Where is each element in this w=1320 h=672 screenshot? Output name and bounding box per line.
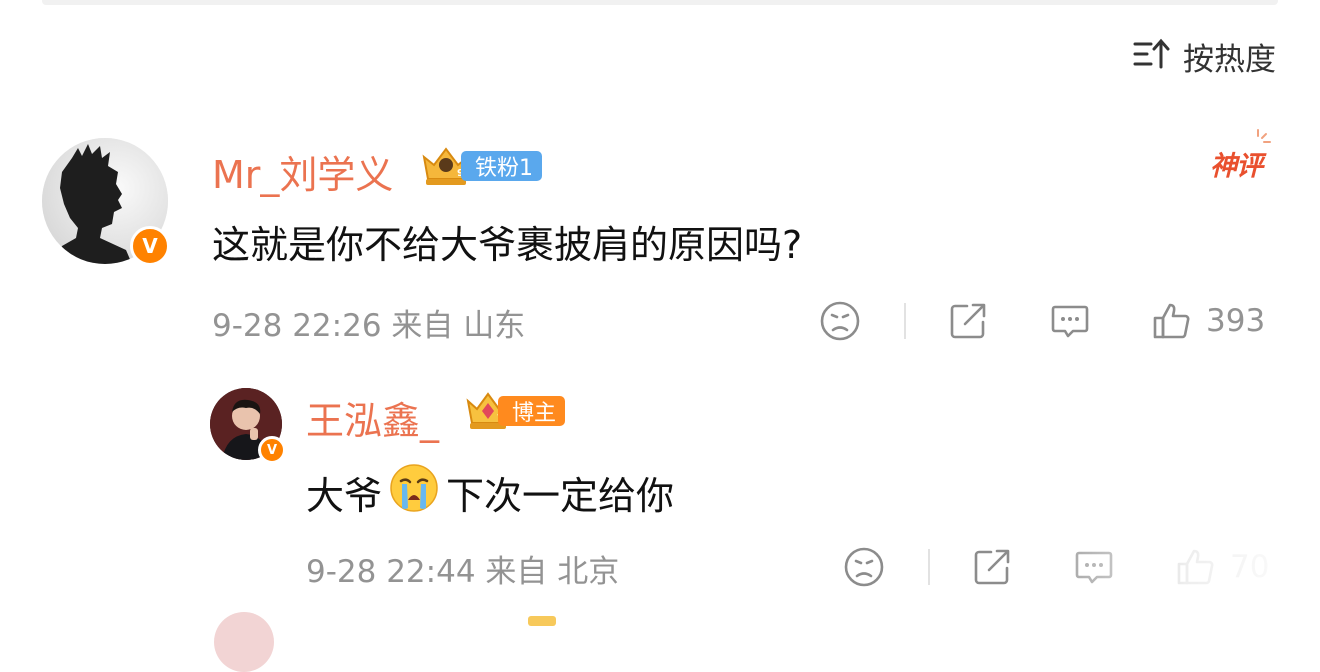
- like-thumb-icon[interactable]: [1150, 300, 1194, 342]
- fan-level-badge: 铁粉1: [461, 151, 542, 181]
- previous-card-edge: [42, 0, 1278, 5]
- like-count: 393: [1206, 303, 1266, 339]
- comment-meta: 9-28 22:26 来自 山东: [212, 308, 526, 344]
- reply-verified-badge-icon: V: [258, 436, 286, 464]
- reply-like-count: 70: [1230, 549, 1270, 585]
- reply-text-after: 下次一定给你: [446, 474, 675, 518]
- divider: [904, 303, 906, 339]
- comment-text: 这就是你不给大爷裹披肩的原因吗?: [212, 223, 803, 267]
- commenter-username[interactable]: Mr_刘学义: [212, 144, 393, 199]
- reply-text: 大爷 下次一定给你: [306, 462, 674, 523]
- top-comment-tag: 神评: [1210, 151, 1263, 182]
- next-comment-avatar: [214, 612, 274, 672]
- verified-badge-icon: V: [130, 226, 170, 266]
- sort-by-hot-button[interactable]: 按热度: [1133, 36, 1276, 78]
- sort-label: 按热度: [1183, 41, 1276, 78]
- reply-dislike-face-icon[interactable]: [842, 546, 886, 588]
- reply-like-thumb-icon[interactable]: [1174, 546, 1218, 588]
- dislike-face-icon[interactable]: [818, 300, 862, 342]
- reply-meta: 9-28 22:44 来自 北京: [306, 554, 620, 590]
- reply-actions: 70: [842, 542, 1269, 592]
- share-icon[interactable]: [946, 300, 990, 342]
- comment-actions: 393: [818, 296, 1265, 346]
- reply-text-before: 大爷: [306, 474, 383, 518]
- reply-comment-icon-2[interactable]: [1072, 546, 1116, 588]
- reply-username[interactable]: 王泓鑫_: [306, 390, 439, 445]
- reply-comment-icon[interactable]: [1048, 300, 1092, 342]
- blogger-badge: 博主: [498, 396, 566, 426]
- crying-face-emoji: [388, 462, 440, 523]
- divider: [928, 549, 930, 585]
- reply-share-icon[interactable]: [970, 546, 1014, 588]
- sort-icon: [1133, 37, 1171, 75]
- next-crown-icon: [528, 616, 556, 626]
